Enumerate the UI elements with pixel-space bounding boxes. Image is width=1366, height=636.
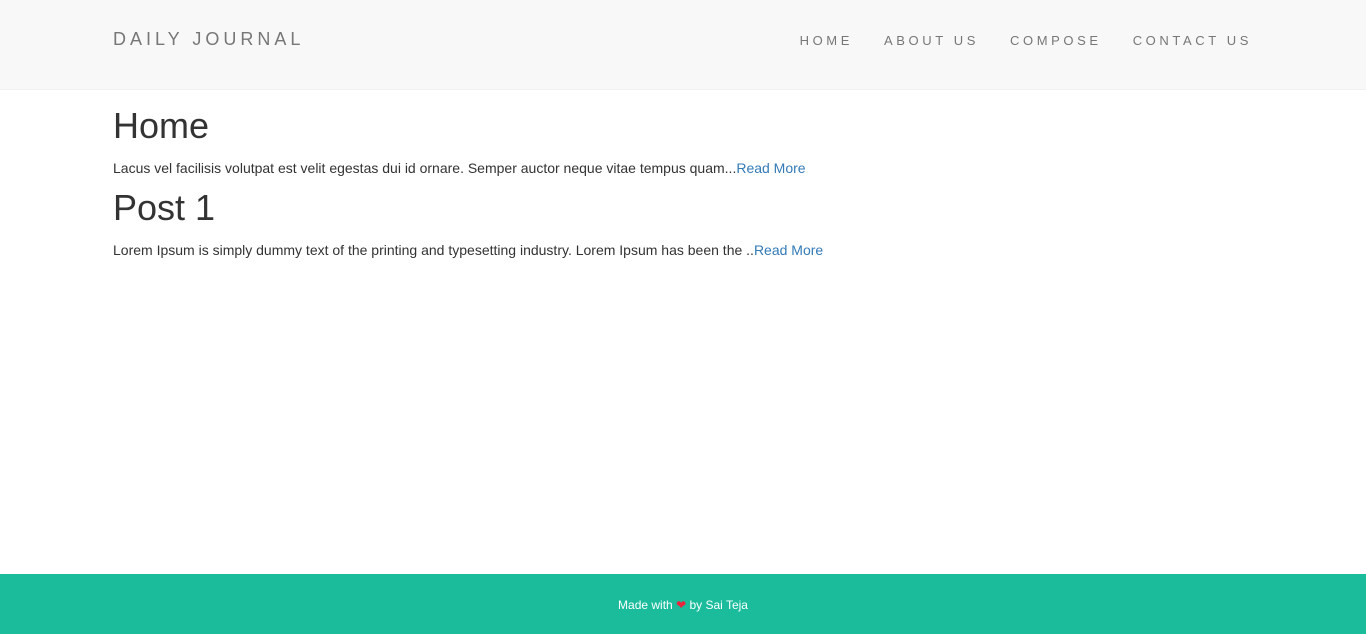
post-excerpt-text: Lacus vel facilisis volutpat est velit e… — [113, 160, 737, 176]
brand-link[interactable]: DAILY JOURNAL — [113, 29, 304, 49]
nav-link-about-us[interactable]: ABOUT US — [884, 33, 979, 48]
nav-link-contact-us[interactable]: CONTACT US — [1133, 33, 1252, 48]
nav-item-about: ABOUT US — [884, 32, 979, 50]
post-title: Home — [113, 105, 210, 146]
nav-item-contact: CONTACT US — [1133, 32, 1252, 50]
footer: Made with ❤ by Sai Teja — [0, 574, 1366, 634]
read-more-link[interactable]: Read More — [754, 242, 823, 258]
main-content: Home Lacus vel facilisis volutpat est ve… — [113, 90, 1253, 260]
post-title: Post 1 — [113, 187, 216, 228]
nav-links: HOME ABOUT US COMPOSE CONTACT US — [769, 32, 1252, 50]
post-excerpt-text: Lorem Ipsum is simply dummy text of the … — [113, 242, 754, 258]
nav-link-compose[interactable]: COMPOSE — [1010, 33, 1102, 48]
post-item: Post 1 Lorem Ipsum is simply dummy text … — [113, 178, 1253, 260]
footer-suffix: by Sai Teja — [689, 598, 748, 612]
post-excerpt: Lacus vel facilisis volutpat est velit e… — [113, 158, 1253, 178]
post-excerpt: Lorem Ipsum is simply dummy text of the … — [113, 240, 1253, 260]
nav-item-compose: COMPOSE — [1010, 32, 1102, 50]
footer-prefix: Made with — [618, 598, 673, 612]
nav-item-home: HOME — [800, 32, 853, 50]
post-item: Home Lacus vel facilisis volutpat est ve… — [113, 90, 1253, 178]
read-more-link[interactable]: Read More — [736, 160, 805, 176]
navbar: DAILY JOURNAL HOME ABOUT US COMPOSE CONT… — [0, 0, 1366, 90]
nav-link-home[interactable]: HOME — [800, 33, 853, 48]
heart-icon: ❤ — [676, 598, 687, 612]
